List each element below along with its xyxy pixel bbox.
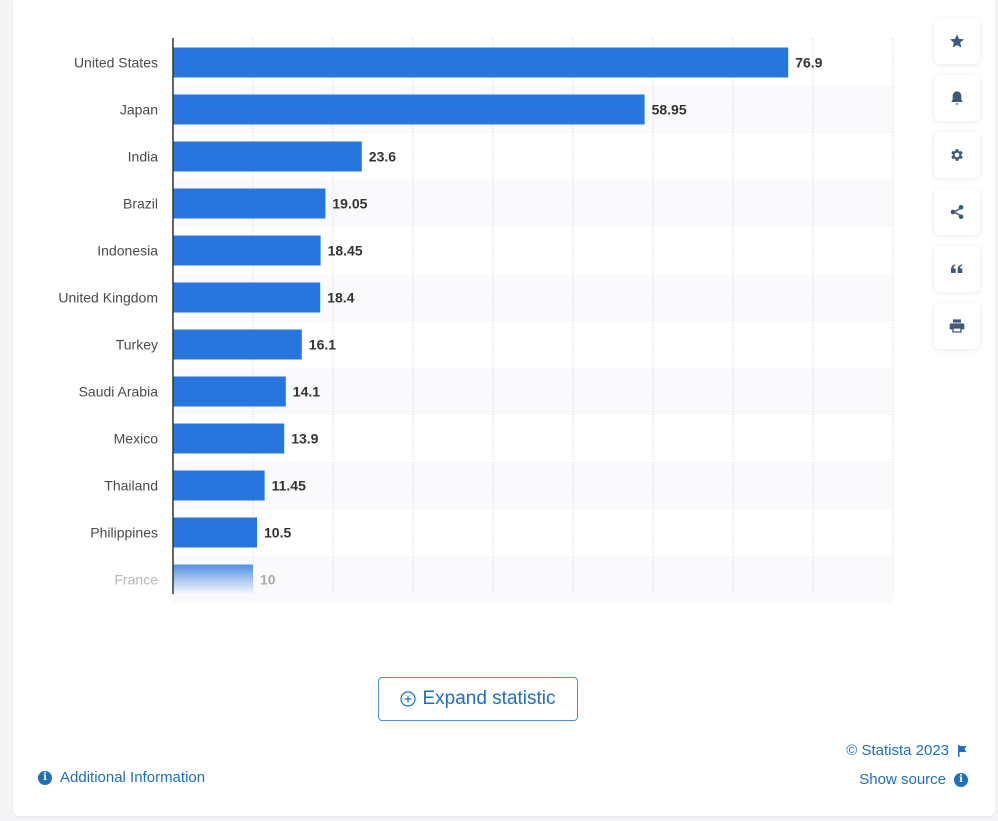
- additional-information-link[interactable]: i Additional Information: [38, 769, 205, 786]
- category-label: India: [128, 149, 159, 165]
- bar: [173, 188, 326, 219]
- category-label: Brazil: [123, 196, 158, 212]
- value-label: 18.45: [328, 243, 363, 259]
- print-button[interactable]: [934, 303, 980, 349]
- side-toolbar: [934, 18, 982, 360]
- category-label: Indonesia: [97, 243, 158, 259]
- category-label: Mexico: [114, 431, 159, 447]
- favorite-button[interactable]: [934, 18, 980, 64]
- value-label: 16.1: [309, 337, 336, 353]
- share-icon: [950, 205, 964, 219]
- notification-button[interactable]: [934, 75, 980, 121]
- bar: [173, 94, 645, 125]
- value-label: 76.9: [795, 55, 822, 71]
- settings-button[interactable]: [934, 132, 980, 178]
- bar: [173, 517, 257, 548]
- category-label: Japan: [120, 102, 158, 118]
- bar: [173, 564, 253, 595]
- value-label: 58.95: [652, 102, 687, 118]
- show-source-link[interactable]: Show source i: [859, 771, 968, 788]
- category-label: Thailand: [104, 478, 158, 494]
- show-source-label: Show source: [859, 771, 946, 788]
- value-label: 11.45: [272, 478, 306, 494]
- value-label: 13.9: [291, 431, 318, 447]
- info-icon: i: [38, 770, 52, 785]
- bar-chart: United States 76.9 Japan 58.95 India 23.6 Braz…: [0, 0, 998, 640]
- category-label: Saudi Arabia: [79, 384, 159, 400]
- quote-icon: [951, 264, 963, 273]
- row-band: [173, 556, 893, 603]
- category-label: France: [114, 572, 158, 588]
- value-label: 19.05: [332, 196, 367, 212]
- bar: [173, 141, 362, 172]
- value-label: 14.1: [293, 384, 320, 400]
- bar-chart-svg: United States 76.9 Japan 58.95 India 23.6 Braz…: [58, 38, 894, 603]
- share-button[interactable]: [934, 189, 980, 235]
- bar: [173, 235, 321, 266]
- bar: [173, 423, 285, 454]
- value-label: 18.4: [327, 290, 354, 306]
- category-label: Philippines: [90, 525, 158, 541]
- expand-statistic-label: Expand statistic: [422, 688, 556, 709]
- plus-circle-icon: [400, 691, 417, 707]
- cite-button[interactable]: [934, 246, 980, 292]
- category-label: Turkey: [116, 337, 158, 353]
- value-label: 10: [260, 572, 276, 588]
- category-label: United Kingdom: [58, 290, 158, 306]
- bar: [173, 282, 321, 313]
- additional-information-label: Additional Information: [60, 769, 206, 786]
- bar: [173, 329, 302, 360]
- bar: [173, 470, 265, 501]
- copyright-text: © Statista 2023: [846, 742, 949, 759]
- expand-statistic-button[interactable]: Expand statistic: [378, 677, 578, 721]
- copyright: © Statista 2023: [846, 742, 968, 759]
- printer-icon: [949, 319, 965, 333]
- value-label: 23.6: [369, 149, 396, 165]
- category-label: United States: [74, 55, 158, 71]
- flag-icon[interactable]: [957, 744, 968, 757]
- star-icon: [950, 34, 964, 48]
- value-label: 10.5: [264, 525, 291, 541]
- gear-icon: [951, 149, 963, 161]
- info-icon: i: [954, 772, 968, 787]
- bar: [173, 376, 286, 407]
- bell-icon: [951, 91, 963, 105]
- bar: [173, 47, 789, 78]
